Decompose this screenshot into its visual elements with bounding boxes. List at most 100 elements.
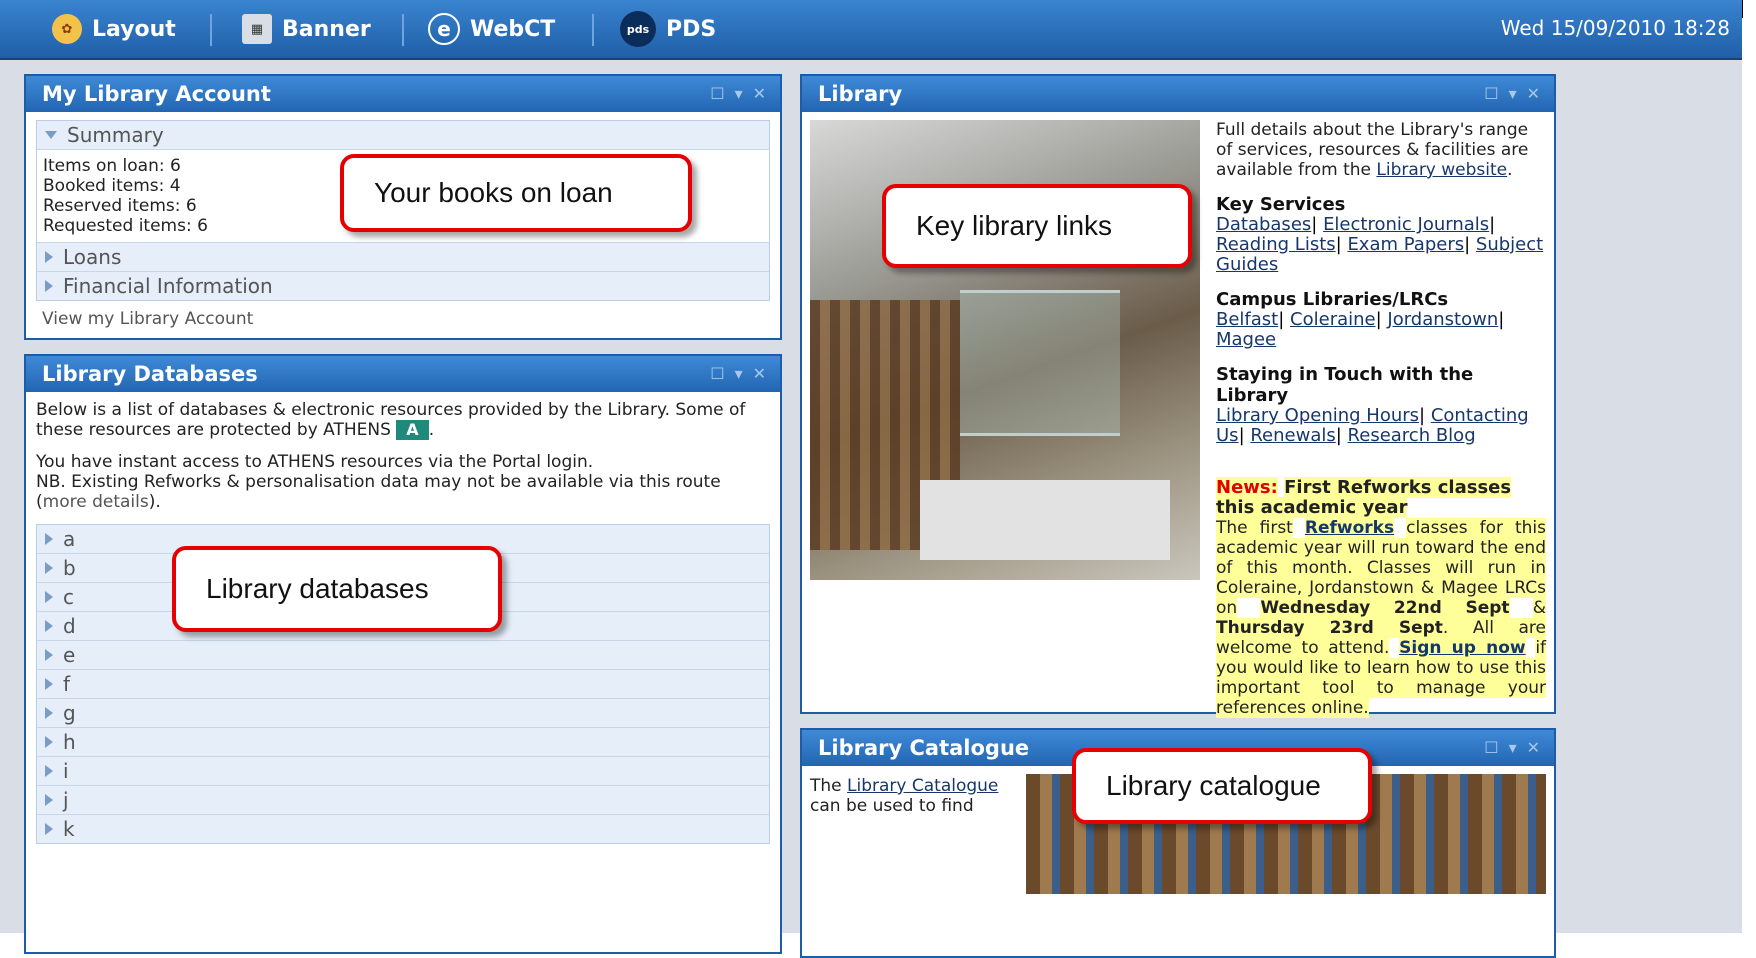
database-letter-label: c (63, 585, 74, 609)
reading-lists-link[interactable]: Reading Lists (1216, 234, 1336, 255)
nav-layout[interactable]: ✿ Layout (52, 0, 176, 58)
library-website-link[interactable]: Library website (1376, 160, 1507, 180)
jordanstown-link[interactable]: Jordanstown (1387, 309, 1498, 330)
nb-label: NB. Existing Refworks & personalisation … (36, 472, 721, 492)
chevron-right-icon (45, 591, 53, 603)
portlet-header: My Library Account ☐ ▾ ✕ (26, 76, 780, 112)
database-letter-row[interactable]: f (37, 669, 769, 698)
nav-banner-label: Banner (282, 16, 371, 42)
banner-icon: ▦ (242, 14, 272, 44)
glass-walkway (960, 290, 1120, 436)
minimize-icon[interactable]: ▾ (1509, 84, 1517, 103)
database-letter-row[interactable]: e (37, 640, 769, 669)
loans-label: Loans (63, 245, 122, 269)
callout-books-on-loan: Your books on loan (340, 154, 692, 232)
news-block: News: First Refworks classes this academ… (810, 477, 1547, 718)
research-blog-link[interactable]: Research Blog (1348, 425, 1476, 446)
maximize-icon[interactable]: ☐ (1484, 84, 1498, 103)
electronic-journals-link[interactable]: Electronic Journals (1323, 214, 1489, 235)
news-text-1: The first (1216, 518, 1293, 538)
exam-papers-link[interactable]: Exam Papers (1347, 234, 1464, 255)
database-letter-row[interactable]: j (37, 785, 769, 814)
belfast-link[interactable]: Belfast (1216, 309, 1278, 330)
minimize-icon[interactable]: ▾ (1509, 738, 1517, 757)
nav-layout-label: Layout (92, 16, 176, 42)
nav-webct[interactable]: e WebCT (428, 0, 555, 58)
coleraine-link[interactable]: Coleraine (1290, 309, 1376, 330)
nav-separator (210, 14, 212, 46)
more-details-link[interactable]: more details (43, 492, 149, 512)
database-letter-label: d (63, 614, 76, 638)
maximize-icon[interactable]: ☐ (710, 84, 724, 103)
chevron-right-icon (45, 736, 53, 748)
pds-icon: pds (620, 11, 656, 47)
refworks-link[interactable]: Refworks (1304, 518, 1395, 538)
portlet-title: Library (818, 82, 903, 106)
database-letter-label: a (63, 527, 76, 551)
database-letter-label: f (63, 672, 71, 696)
chevron-right-icon (45, 251, 53, 263)
athens-access-text: You have instant access to ATHENS resour… (36, 452, 594, 472)
magee-link[interactable]: Magee (1216, 329, 1276, 350)
financial-information-toggle[interactable]: Financial Information (37, 271, 769, 300)
key-services-title: Key Services (1216, 194, 1346, 215)
chevron-right-icon (45, 678, 53, 690)
loans-toggle[interactable]: Loans (37, 242, 769, 271)
nav-pds[interactable]: pds PDS (620, 0, 716, 58)
database-letter-row[interactable]: g (37, 698, 769, 727)
minimize-icon[interactable]: ▾ (735, 364, 743, 383)
database-letter-row[interactable]: h (37, 727, 769, 756)
library-portlet: Library ☐ ▾ ✕ Full details about the Lib… (800, 74, 1556, 718)
maximize-icon[interactable]: ☐ (1484, 738, 1498, 757)
close-icon[interactable]: ✕ (753, 84, 766, 103)
database-letter-row[interactable]: i (37, 756, 769, 785)
database-letter-label: b (63, 556, 76, 580)
layout-icon: ✿ (52, 14, 82, 44)
staying-in-touch-title: Staying in Touch with the Library (1216, 364, 1474, 406)
library-catalogue-link[interactable]: Library Catalogue (847, 776, 998, 796)
key-services-links: Databases| Electronic Journals| Reading … (1216, 214, 1544, 275)
callout-key-library-links: Key library links (882, 184, 1192, 268)
nav-separator (402, 14, 404, 46)
campus-links: Belfast| Coleraine| Jordanstown| Magee (1216, 309, 1505, 350)
catalogue-text-2: can be used to find (810, 796, 974, 816)
news-text-start: The first Refworks classes for this acad… (1216, 518, 1547, 718)
news-label: News: (1216, 477, 1278, 498)
library-intro: Full details about the Library's range o… (1216, 120, 1529, 180)
chevron-right-icon (45, 765, 53, 777)
news-date-2: Thursday 23rd Sept (1216, 618, 1443, 638)
staying-in-touch-links: Library Opening Hours| Contacting Us| Re… (1216, 405, 1529, 446)
portlet-controls: ☐ ▾ ✕ (1484, 738, 1540, 757)
catalogue-text-1: The (810, 776, 842, 796)
chevron-right-icon (45, 620, 53, 632)
nb-text: NB. Existing Refworks & personalisation … (36, 472, 721, 512)
portal-content: My Library Account ☐ ▾ ✕ Summary Items o… (0, 60, 1742, 958)
database-letter-label: j (63, 788, 69, 812)
renewals-link[interactable]: Renewals (1250, 425, 1335, 446)
catalogue-description: The Library Catalogue can be used to fin… (810, 776, 1010, 816)
chevron-right-icon (45, 280, 53, 292)
close-icon[interactable]: ✕ (1527, 738, 1540, 757)
summary-toggle[interactable]: Summary (37, 121, 769, 149)
sign-up-now-link[interactable]: Sign up now (1399, 638, 1526, 658)
date-time: Wed 15/09/2010 18:28 (1500, 16, 1730, 40)
portlet-controls: ☐ ▾ ✕ (710, 84, 766, 103)
opening-hours-link[interactable]: Library Opening Hours (1216, 405, 1419, 426)
database-letter-row[interactable]: k (37, 814, 769, 843)
chevron-right-icon (45, 823, 53, 835)
nav-banner[interactable]: ▦ Banner (242, 0, 371, 58)
database-letter-label: k (63, 817, 75, 841)
minimize-icon[interactable]: ▾ (735, 84, 743, 103)
chevron-right-icon (45, 794, 53, 806)
portlet-controls: ☐ ▾ ✕ (1484, 84, 1540, 103)
database-letter-label: h (63, 730, 76, 754)
chevron-right-icon (45, 562, 53, 574)
database-letter-label: i (63, 759, 69, 783)
maximize-icon[interactable]: ☐ (710, 364, 724, 383)
financial-information-label: Financial Information (63, 274, 273, 298)
database-letter-label: g (63, 701, 76, 725)
databases-link[interactable]: Databases (1216, 214, 1311, 235)
close-icon[interactable]: ✕ (753, 364, 766, 383)
view-library-account-link[interactable]: View my Library Account (26, 301, 780, 337)
close-icon[interactable]: ✕ (1527, 84, 1540, 103)
